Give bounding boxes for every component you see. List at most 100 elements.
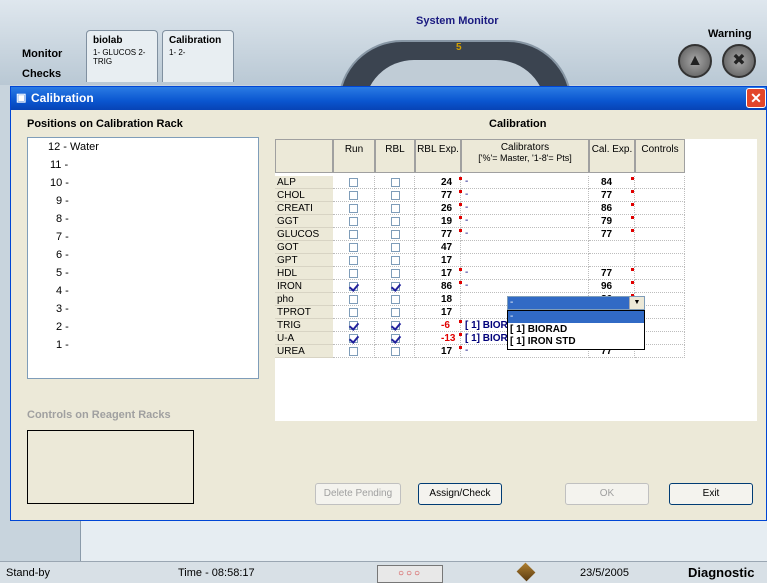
tab-biolab[interactable]: biolab 1- GLUCOS 2- TRIG [86, 30, 158, 82]
chevron-down-icon[interactable]: ▼ [629, 297, 644, 309]
checks-tab-label[interactable]: Checks [22, 68, 61, 80]
calibrators-cell[interactable] [461, 189, 589, 202]
run-checkbox[interactable] [349, 321, 358, 330]
controls-cell[interactable] [635, 267, 685, 280]
run-checkbox[interactable] [349, 308, 358, 317]
rbl-checkbox[interactable] [391, 217, 400, 226]
calibrators-cell[interactable] [461, 280, 589, 293]
rbl-checkbox[interactable] [391, 334, 400, 343]
row-name[interactable]: GLUCOS [275, 228, 333, 241]
row-name[interactable]: GPT [275, 254, 333, 267]
run-checkbox[interactable] [349, 217, 358, 226]
rbl-checkbox[interactable] [391, 256, 400, 265]
dialog-titlebar[interactable]: ▣ Calibration ✕ [11, 87, 766, 110]
run-checkbox[interactable] [349, 191, 358, 200]
header-rbl[interactable]: RBL [375, 139, 415, 173]
run-checkbox[interactable] [349, 334, 358, 343]
row-name[interactable]: IRON [275, 280, 333, 293]
run-checkbox[interactable] [349, 295, 358, 304]
calibrators-cell[interactable] [461, 176, 589, 189]
header-run[interactable]: Run [333, 139, 375, 173]
rack-position[interactable]: 3 - [56, 303, 69, 315]
run-checkbox[interactable] [349, 230, 358, 239]
rbl-checkbox[interactable] [391, 282, 400, 291]
close-button[interactable]: ✕ [746, 88, 766, 108]
rbl-checkbox[interactable] [391, 308, 400, 317]
monitor-tab-label[interactable]: Monitor [22, 48, 62, 60]
row-name[interactable]: GGT [275, 215, 333, 228]
calibrator-combo[interactable]: - ▼ [507, 296, 645, 310]
header-calibrators[interactable]: Calibrators ['%'= Master, '1-8'= Pts] [461, 139, 589, 173]
header-rbl-exp[interactable]: RBL Exp. [415, 139, 461, 173]
calibration-grid[interactable]: Run RBL RBL Exp. Calibrators ['%'= Maste… [275, 139, 757, 421]
run-checkbox[interactable] [349, 178, 358, 187]
calibrators-cell[interactable] [461, 267, 589, 280]
ok-button[interactable]: OK [565, 483, 649, 505]
assign-check-button[interactable]: Assign/Check [418, 483, 502, 505]
rack-position[interactable]: 7 - [56, 231, 69, 243]
dropdown-option[interactable]: [ 1] IRON STD [510, 336, 576, 347]
exit-button[interactable]: Exit [669, 483, 753, 505]
row-name[interactable]: UREA [275, 345, 333, 358]
rack-position[interactable]: 6 - [56, 249, 69, 261]
run-checkbox[interactable] [349, 243, 358, 252]
controls-reagent-box[interactable] [27, 430, 194, 504]
row-name[interactable]: U-A [275, 332, 333, 345]
rack-position[interactable]: 8 - [56, 213, 69, 225]
header-controls[interactable]: Controls [635, 139, 685, 173]
cal-exp-value: 77 [601, 190, 613, 201]
dropdown-option[interactable]: - [508, 311, 644, 323]
controls-cell[interactable] [635, 228, 685, 241]
calibrators-cell[interactable] [461, 215, 589, 228]
warning-clear-button[interactable]: ✖ [722, 44, 756, 78]
rbl-checkbox[interactable] [391, 269, 400, 278]
row-name[interactable]: CHOL [275, 189, 333, 202]
run-checkbox[interactable] [349, 269, 358, 278]
row-name[interactable]: CREATI [275, 202, 333, 215]
rack-position[interactable]: 11 - [50, 159, 68, 171]
controls-cell[interactable] [635, 254, 685, 267]
dropdown-option[interactable]: [ 1] BIORAD [510, 324, 567, 335]
row-name[interactable]: GOT [275, 241, 333, 254]
controls-cell[interactable] [635, 215, 685, 228]
controls-cell[interactable] [635, 280, 685, 293]
row-name[interactable]: HDL [275, 267, 333, 280]
row-name[interactable]: ALP [275, 176, 333, 189]
controls-cell[interactable] [635, 189, 685, 202]
rbl-checkbox[interactable] [391, 191, 400, 200]
rack-position[interactable]: 1 - [56, 339, 69, 351]
row-name[interactable]: TRIG [275, 319, 333, 332]
rbl-checkbox[interactable] [391, 321, 400, 330]
rack-position[interactable]: 9 - [56, 195, 69, 207]
row-name[interactable]: pho [275, 293, 333, 306]
rbl-checkbox[interactable] [391, 204, 400, 213]
calibrator-dropdown-list[interactable]: - [ 1] BIORAD [ 1] IRON STD [507, 310, 645, 350]
calibrators-cell[interactable] [461, 241, 589, 254]
rack-position[interactable]: 10 - [50, 177, 69, 189]
rack-position[interactable]: 12 - Water [48, 141, 99, 153]
run-checkbox[interactable] [349, 256, 358, 265]
rbl-checkbox[interactable] [391, 230, 400, 239]
rbl-checkbox[interactable] [391, 243, 400, 252]
calibrators-cell[interactable] [461, 228, 589, 241]
rbl-checkbox[interactable] [391, 295, 400, 304]
header-cal-exp[interactable]: Cal. Exp. [589, 139, 635, 173]
rack-position[interactable]: 4 - [56, 285, 69, 297]
calibrators-cell[interactable] [461, 254, 589, 267]
controls-cell[interactable] [635, 176, 685, 189]
rbl-checkbox[interactable] [391, 178, 400, 187]
run-checkbox[interactable] [349, 204, 358, 213]
delete-pending-button[interactable]: Delete Pending [315, 483, 401, 505]
tab-calibration[interactable]: Calibration 1- 2- [162, 30, 234, 82]
controls-cell[interactable] [635, 241, 685, 254]
run-checkbox[interactable] [349, 282, 358, 291]
run-checkbox[interactable] [349, 347, 358, 356]
controls-cell[interactable] [635, 202, 685, 215]
rack-position[interactable]: 2 - [56, 321, 69, 333]
rack-position[interactable]: 5 - [56, 267, 69, 279]
rbl-checkbox[interactable] [391, 347, 400, 356]
calibration-rack-list[interactable]: 12 - Water 11 - 10 - 9 - 8 - 7 - 6 - 5 -… [27, 137, 259, 379]
calibrators-cell[interactable] [461, 202, 589, 215]
row-name[interactable]: TPROT [275, 306, 333, 319]
warning-up-button[interactable]: ▲ [678, 44, 712, 78]
